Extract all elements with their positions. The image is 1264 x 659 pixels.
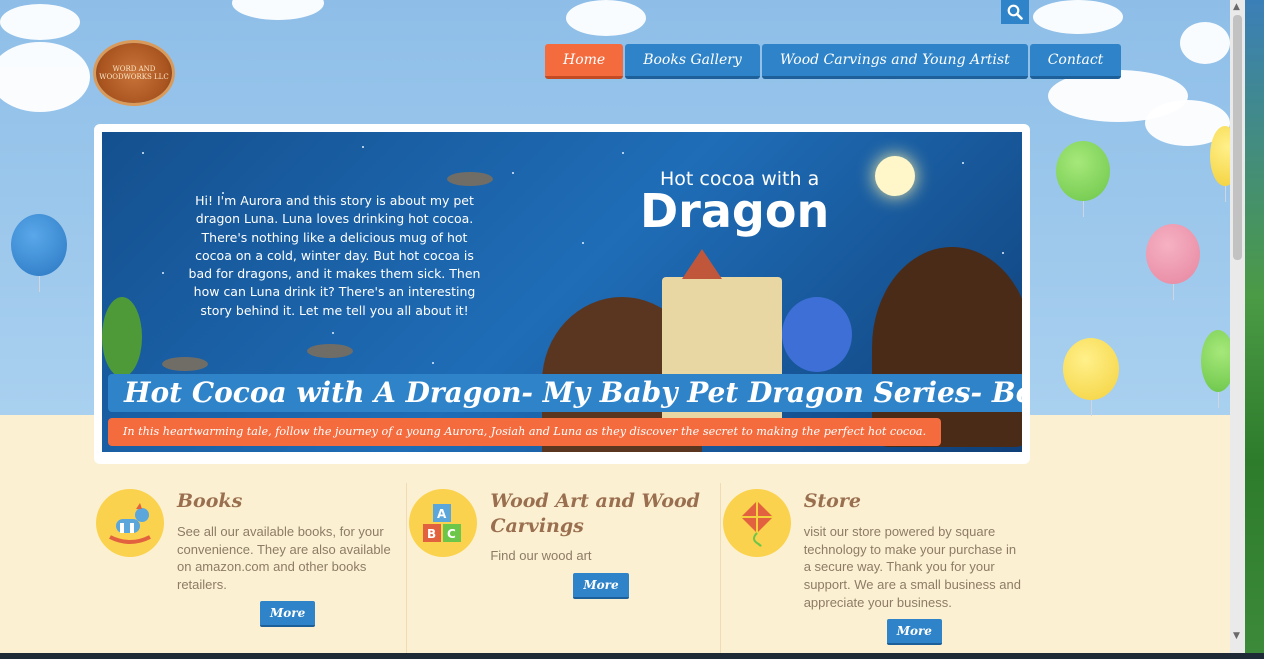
goose <box>162 357 208 371</box>
slide-subcaption: In this heartwarming tale, follow the jo… <box>108 418 942 446</box>
feature-title: Store <box>803 490 861 512</box>
goose <box>307 344 353 358</box>
feature-description: Find our wood art <box>490 548 592 563</box>
store-more-button[interactable]: More <box>886 619 942 645</box>
cloud <box>0 4 80 40</box>
slide-caption: Hot Cocoa with A Dragon- My Baby Pet Dra… <box>108 374 1022 412</box>
feature-title: Wood Art and Wood Carvings <box>490 490 700 537</box>
nav-home[interactable]: Home <box>545 44 624 79</box>
search-button[interactable] <box>1001 0 1029 24</box>
cloud <box>1033 0 1123 34</box>
character-josiah <box>872 247 1022 447</box>
taskbar <box>0 653 1264 659</box>
balloon <box>1063 338 1119 416</box>
abc-blocks-icon: A B C <box>409 489 478 557</box>
scrollbar-thumb[interactable] <box>1233 15 1242 260</box>
balloon <box>1146 224 1200 300</box>
cloud <box>1180 22 1230 64</box>
feature-books: Books See all our available books, for y… <box>94 483 408 659</box>
character-dragon <box>782 297 852 372</box>
moon <box>875 156 915 196</box>
nav-wood-carvings[interactable]: Wood Carvings and Young Artist <box>761 44 1028 79</box>
feature-wood-art: A B C Wood Art and Wood Carvings Find ou… <box>407 483 721 659</box>
kite-icon <box>722 489 791 557</box>
features-row: Books See all our available books, for y… <box>94 483 1034 659</box>
tree <box>102 297 142 377</box>
feature-description: visit our store powered by square techno… <box>803 524 1021 610</box>
wood-art-more-button[interactable]: More <box>573 573 629 599</box>
desktop-background-strip <box>1245 0 1264 659</box>
feature-title: Books <box>177 490 243 512</box>
site-logo[interactable]: WORD AND WOODWORKS LLC <box>96 43 172 103</box>
slide-story-text: Hi! I'm Aurora and this story is about m… <box>188 193 481 318</box>
cloud <box>566 0 646 36</box>
balloon <box>11 214 67 292</box>
nav-books-gallery[interactable]: Books Gallery <box>625 44 760 79</box>
goose <box>447 172 493 186</box>
scroll-up-arrow[interactable]: ▲ <box>1233 2 1240 12</box>
svg-text:C: C <box>447 527 456 541</box>
feature-store: Store visit our store powered by square … <box>721 483 1034 659</box>
slide-image: Hi! I'm Aurora and this story is about m… <box>102 132 1022 452</box>
book-cover-title-large: Dragon <box>640 184 830 238</box>
scroll-down-arrow[interactable]: ▼ <box>1233 631 1240 641</box>
hero-slider[interactable]: Hi! I'm Aurora and this story is about m… <box>94 124 1030 464</box>
main-navigation: Home Books Gallery Wood Carvings and You… <box>545 44 1122 79</box>
feature-description: See all our available books, for your co… <box>177 524 391 593</box>
svg-text:B: B <box>427 527 436 541</box>
books-more-button[interactable]: More <box>260 601 316 627</box>
nav-contact[interactable]: Contact <box>1029 44 1122 79</box>
search-icon <box>1007 4 1023 20</box>
rocking-horse-icon <box>96 489 164 557</box>
svg-text:A: A <box>437 507 447 521</box>
balloon <box>1056 141 1110 217</box>
